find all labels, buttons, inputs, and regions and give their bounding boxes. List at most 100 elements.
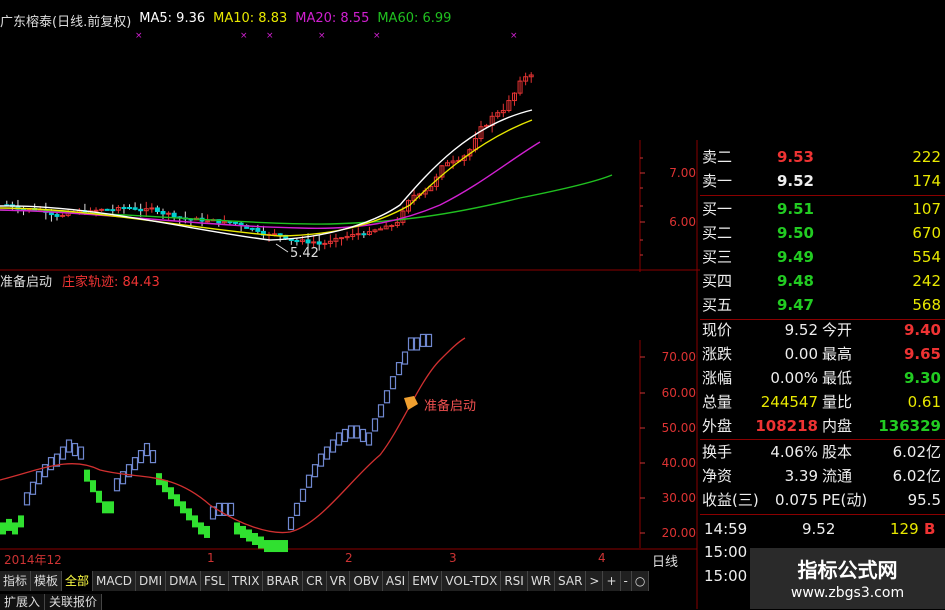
ma20-value: MA20: 8.55 [295,11,370,26]
indicator-bar-up [131,457,139,471]
tab-related-quote[interactable]: 关联报价 [45,594,103,610]
indicator-bar-up [35,471,43,485]
candle-body [93,209,99,212]
bid-row: 买二 9.50 670 [700,221,945,245]
candle-body [166,212,172,215]
candle-body [255,227,261,232]
bid-price: 9.48 [776,272,814,290]
stat-value: 0.61 [907,393,941,411]
tab--[interactable]: + [603,571,621,591]
tab-sar[interactable]: SAR [555,571,587,591]
indicator-tab-bar: 指标 模板 全部 MACD DMI DMA FSL TRIX BRAR CR VR OBV ASI EMV… [0,571,650,591]
candle-body [305,239,311,244]
indicator-bar-up [401,351,409,365]
date-axis: 2014年12 1 2 3 4 [0,550,640,568]
indicator-bar-up [305,474,313,488]
candle-body [311,241,317,244]
bid-row: 买五 9.47 568 [700,293,945,317]
bid-price: 9.47 [776,296,814,314]
stat-label: 内盘 [822,417,853,435]
tab-extend[interactable]: 扩展入 [0,594,46,610]
tab-trix[interactable]: TRIX [228,571,264,591]
tab--[interactable]: ○ [631,571,650,591]
tab-rsi[interactable]: RSI [501,571,528,591]
indicator-bar-down [198,522,204,535]
stat-value: 6.02亿 [892,467,941,485]
tab--[interactable]: 指标 [0,571,32,591]
candle-body [389,225,395,228]
candle-body [233,221,239,224]
tab-dmi[interactable]: DMI [136,571,167,591]
stat-label: 换手 [702,443,733,461]
date-label: 2 [345,551,353,565]
indicator-bar-down [84,469,90,482]
bid-price: 9.50 [776,224,814,242]
tab--[interactable]: 全部 [62,571,94,591]
candle-body [104,208,110,211]
ma20-line [0,141,541,229]
tab-dma[interactable]: DMA [166,571,201,591]
main-chart-legend: 广东榕泰(日线.前复权) MA5: 9.36 MA10: 8.83 MA20: … [0,11,458,30]
candle-body [54,214,60,217]
tab-emv[interactable]: EMV [409,571,443,591]
indicator-bar-up [347,425,355,439]
indicator-bar-up [227,502,235,516]
indicator-bar-up [407,337,415,351]
tick-time: 14:59 [704,520,748,538]
ask-row: 卖二 9.53 222 [700,145,945,169]
indicator-bar-up [335,432,343,446]
indicator-bar-up [287,516,295,531]
stat-label: 总量 [702,393,733,411]
period-selector[interactable]: 日线 [652,551,678,570]
stat-label: 量比 [822,393,853,411]
tab-vol-tdx[interactable]: VOL-TDX [442,571,502,591]
tab--[interactable]: 模板 [31,571,63,591]
tab-macd[interactable]: MACD [93,571,137,591]
stat-label: 今开 [822,321,853,339]
watermark-title: 指标公式网 [797,558,898,582]
indicator-bar-up [359,428,367,443]
top-markers: × × × × × × [135,31,518,41]
ind-label-30: 30.00 [661,491,696,505]
low-marker-arrow [275,243,289,253]
tab-vr[interactable]: VR [326,571,351,591]
tab-wr[interactable]: WR [527,571,556,591]
indicator-bar-down [90,480,96,493]
svg-text:×: × [318,31,326,41]
indicator-bar-up [137,450,145,464]
indicator-bar-up [389,376,397,390]
indicator-bar-up [371,418,379,432]
ma60-value: MA60: 6.99 [377,11,452,26]
tab-fsl[interactable]: FSL [200,571,229,591]
stat-value: 3.39 [784,467,818,485]
date-label: 4 [598,551,606,565]
stat-row: 净资 3.39 流通 6.02亿 [700,464,945,488]
stat-row: 收益(三) 0.075 PE(动) 95.5 [700,488,945,512]
stat-label: 最低 [822,369,853,387]
stat-value: 0.00% [770,369,818,387]
tab-obv[interactable]: OBV [350,571,383,591]
tab--[interactable]: > [586,571,604,591]
bid-label: 买二 [702,224,733,242]
stat-value: 4.06% [770,443,818,461]
tab-asi[interactable]: ASI [382,571,410,591]
indicator-bar-up [353,425,361,439]
indicator-bar-up [329,439,337,453]
indicator-bar-down [258,536,264,549]
tab--[interactable]: - [620,571,632,591]
candle-body [249,227,255,230]
bid-price: 9.51 [776,200,814,218]
indicator-bar-up [413,337,421,351]
tab-brar[interactable]: BRAR [263,571,304,591]
indicator-bar-down [192,515,198,528]
stat-value: 0.075 [775,491,818,509]
indicator-bar-down [240,525,246,538]
bid-row: 买一 9.51 107 [700,197,945,221]
bid-volume: 242 [912,272,941,290]
indicator-bar-up [41,464,49,478]
tab-cr[interactable]: CR [303,571,327,591]
indicator-bars [0,333,433,553]
candle-body [361,233,367,236]
candle-body [99,208,105,211]
bid-label: 买四 [702,272,733,290]
